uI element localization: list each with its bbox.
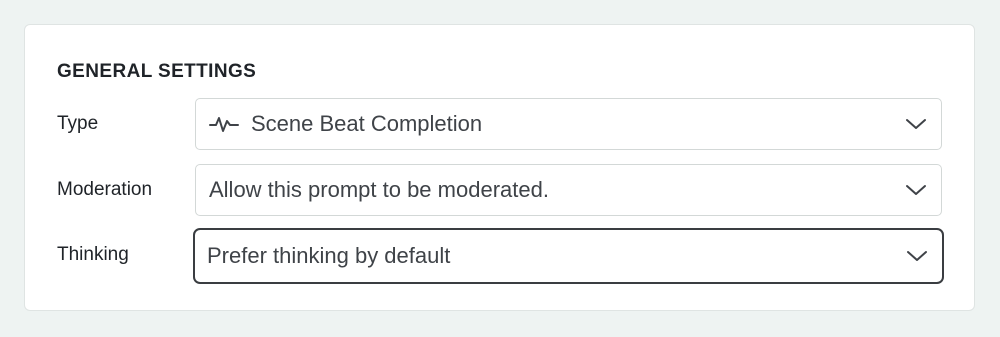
section-title: GENERAL SETTINGS [57,61,257,82]
thinking-select-value: Prefer thinking by default [207,243,451,268]
moderation-label: Moderation [57,179,153,200]
moderation-row: Moderation Allow this prompt to be moder… [57,164,942,216]
moderation-select[interactable]: Allow this prompt to be moderated. [195,164,942,216]
thinking-row: Thinking Prefer thinking by default [57,228,944,284]
moderation-select-value: Allow this prompt to be moderated. [209,177,549,202]
general-settings-card: GENERAL SETTINGS Type Scene Beat Complet… [24,24,975,311]
type-label: Type [57,113,99,134]
type-select[interactable]: Scene Beat Completion [195,98,942,150]
thinking-select[interactable]: Prefer thinking by default [193,228,944,284]
activity-pulse-icon [209,113,239,135]
type-select-value: Scene Beat Completion [251,111,483,136]
chevron-down-icon [905,183,927,197]
type-row: Type Scene Beat Completion [57,98,942,150]
chevron-down-icon [906,249,928,263]
thinking-label: Thinking [57,244,129,265]
chevron-down-icon [905,117,927,131]
